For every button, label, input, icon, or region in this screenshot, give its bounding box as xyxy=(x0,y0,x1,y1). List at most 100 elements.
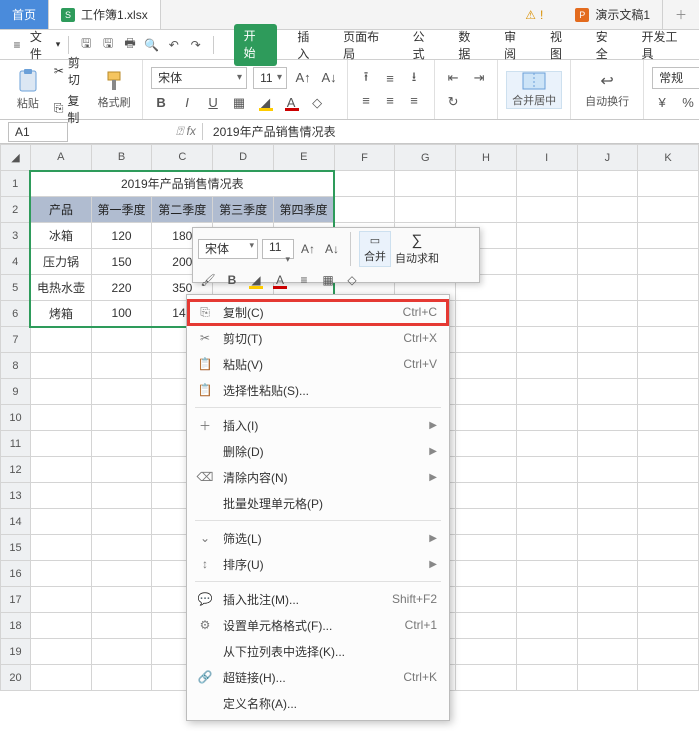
fill-color-button[interactable]: ◢ xyxy=(255,93,275,113)
row-header[interactable]: 13 xyxy=(1,483,31,509)
cell[interactable]: 烤箱 xyxy=(30,301,91,327)
format-painter-button[interactable]: 格式刷 xyxy=(94,70,134,110)
mini-font-size[interactable]: 11 xyxy=(262,239,294,259)
ctx-item-copy[interactable]: ⎘复制(C)Ctrl+C xyxy=(187,299,449,325)
mini-format-painter-icon[interactable]: 🖌 xyxy=(198,270,218,290)
mini-increase-font-icon[interactable]: A↑ xyxy=(298,239,318,259)
mini-decrease-font-icon[interactable]: A↓ xyxy=(322,239,342,259)
mini-fill-color-button[interactable]: ◢ xyxy=(246,270,266,290)
ctx-item-paste[interactable]: 📋粘贴(V)Ctrl+V xyxy=(187,351,449,377)
table-header[interactable]: 产品 xyxy=(30,197,91,223)
name-box[interactable]: A1 xyxy=(8,122,68,142)
underline-button[interactable]: U xyxy=(203,93,223,113)
row-header[interactable]: 14 xyxy=(1,509,31,535)
row-header[interactable]: 16 xyxy=(1,561,31,587)
row-header[interactable]: 12 xyxy=(1,457,31,483)
row-header[interactable]: 6 xyxy=(1,301,31,327)
col-header[interactable]: H xyxy=(456,145,517,171)
row-header[interactable]: 5 xyxy=(1,275,31,301)
row-header[interactable]: 15 xyxy=(1,535,31,561)
col-header[interactable]: B xyxy=(91,145,152,171)
italic-button[interactable]: I xyxy=(177,93,197,113)
align-right-icon[interactable]: ≡ xyxy=(404,91,424,111)
print-preview-icon[interactable]: 🔍 xyxy=(143,36,161,54)
ctx-item-comment[interactable]: 💬插入批注(M)...Shift+F2 xyxy=(187,586,449,612)
ctx-item-item8[interactable]: 批量处理单元格(P) xyxy=(187,490,449,516)
decrease-indent-icon[interactable]: ⇤ xyxy=(443,68,463,88)
cell[interactable]: 120 xyxy=(91,223,152,249)
merge-center-button[interactable]: 合并居中 xyxy=(506,71,562,109)
align-bottom-icon[interactable]: ⭳ xyxy=(404,69,424,89)
row-header[interactable]: 17 xyxy=(1,587,31,613)
row-header[interactable]: 7 xyxy=(1,327,31,353)
wrap-text-button[interactable]: ↩ 自动换行 xyxy=(579,71,635,109)
font-name-select[interactable]: 宋体 xyxy=(151,67,247,89)
table-header[interactable]: 第四季度 xyxy=(273,197,334,223)
ctx-item-insert[interactable]: ＋插入(I)▶ xyxy=(187,412,449,438)
cell[interactable]: 220 xyxy=(91,275,152,301)
col-header[interactable]: E xyxy=(273,145,334,171)
col-header[interactable]: I xyxy=(516,145,577,171)
undo-icon[interactable]: ↶ xyxy=(165,36,183,54)
cut-button[interactable]: ✂剪切 xyxy=(54,54,88,88)
col-header[interactable]: F xyxy=(334,145,395,171)
select-all-corner[interactable]: ◢ xyxy=(1,145,31,171)
number-format-select[interactable]: 常规▾ xyxy=(652,67,699,89)
ctx-item-item6[interactable]: 删除(D)▶ xyxy=(187,438,449,464)
bold-button[interactable]: B xyxy=(151,93,171,113)
mini-font-color-button[interactable]: A xyxy=(270,270,290,290)
decrease-font-icon[interactable]: A↓ xyxy=(319,68,339,88)
clear-fmt-button[interactable]: ◇ xyxy=(307,93,327,113)
title-cell[interactable]: 2019年产品销售情况表 xyxy=(30,171,334,197)
align-center-icon[interactable]: ≡ xyxy=(380,91,400,111)
border-button[interactable]: ▦ xyxy=(229,93,249,113)
font-color-button[interactable]: A xyxy=(281,93,301,113)
font-size-select[interactable]: 11 xyxy=(253,67,287,89)
row-header[interactable]: 10 xyxy=(1,405,31,431)
ctx-item-filter[interactable]: ⌄筛选(L)▶ xyxy=(187,525,449,551)
row-header[interactable]: 8 xyxy=(1,353,31,379)
increase-font-icon[interactable]: A↑ xyxy=(293,68,313,88)
ctx-item-clear[interactable]: ⌫清除内容(N)▶ xyxy=(187,464,449,490)
formula-bar[interactable]: 2019年产品销售情况表 xyxy=(202,123,336,140)
copy-button[interactable]: ⎘复制 xyxy=(54,92,88,126)
col-header[interactable]: G xyxy=(395,145,456,171)
mini-autosum-button[interactable]: ∑自动求和 xyxy=(395,232,439,266)
row-header[interactable]: 4 xyxy=(1,249,31,275)
row-header[interactable]: 19 xyxy=(1,639,31,665)
col-header[interactable]: D xyxy=(213,145,274,171)
table-header[interactable]: 第二季度 xyxy=(152,197,213,223)
redo-icon[interactable]: ↷ xyxy=(187,36,205,54)
mini-align-button[interactable]: ≡ xyxy=(294,270,314,290)
orientation-icon[interactable]: ↻ xyxy=(443,92,463,112)
row-header[interactable]: 11 xyxy=(1,431,31,457)
table-header[interactable]: 第一季度 xyxy=(91,197,152,223)
tab-home[interactable]: 首页 xyxy=(0,0,49,29)
cell[interactable]: 电热水壶 xyxy=(30,275,91,301)
paste-button[interactable]: 粘贴 xyxy=(8,69,48,111)
row-header[interactable]: 2 xyxy=(1,197,31,223)
align-top-icon[interactable]: ⭱ xyxy=(356,69,376,89)
mini-bold-button[interactable]: B xyxy=(222,270,242,290)
cell[interactable]: 100 xyxy=(91,301,152,327)
ctx-item-paste-special[interactable]: 📋选择性粘贴(S)... xyxy=(187,377,449,403)
row-header[interactable]: 3 xyxy=(1,223,31,249)
ctx-item-sort[interactable]: ↕排序(U)▶ xyxy=(187,551,449,577)
currency-icon[interactable]: ¥ xyxy=(652,93,672,113)
save-icon[interactable]: 🖫 xyxy=(77,36,95,54)
cell[interactable]: 冰箱 xyxy=(30,223,91,249)
mini-clear-button[interactable]: ◇ xyxy=(342,270,362,290)
col-header[interactable]: J xyxy=(577,145,638,171)
col-header[interactable]: C xyxy=(152,145,213,171)
cell[interactable]: 150 xyxy=(91,249,152,275)
ctx-item-link[interactable]: 🔗超链接(H)...Ctrl+K xyxy=(187,664,449,690)
tab-workbook[interactable]: S 工作簿1.xlsx xyxy=(49,0,161,29)
row-header[interactable]: 18 xyxy=(1,613,31,639)
row-header[interactable]: 1 xyxy=(1,171,31,197)
mini-border-button[interactable]: ▦ xyxy=(318,270,338,290)
col-header[interactable]: A xyxy=(30,145,91,171)
row-header[interactable]: 9 xyxy=(1,379,31,405)
col-header[interactable]: K xyxy=(638,145,699,171)
mini-font-name[interactable]: 宋体 xyxy=(198,239,258,259)
row-header[interactable]: 20 xyxy=(1,665,31,691)
